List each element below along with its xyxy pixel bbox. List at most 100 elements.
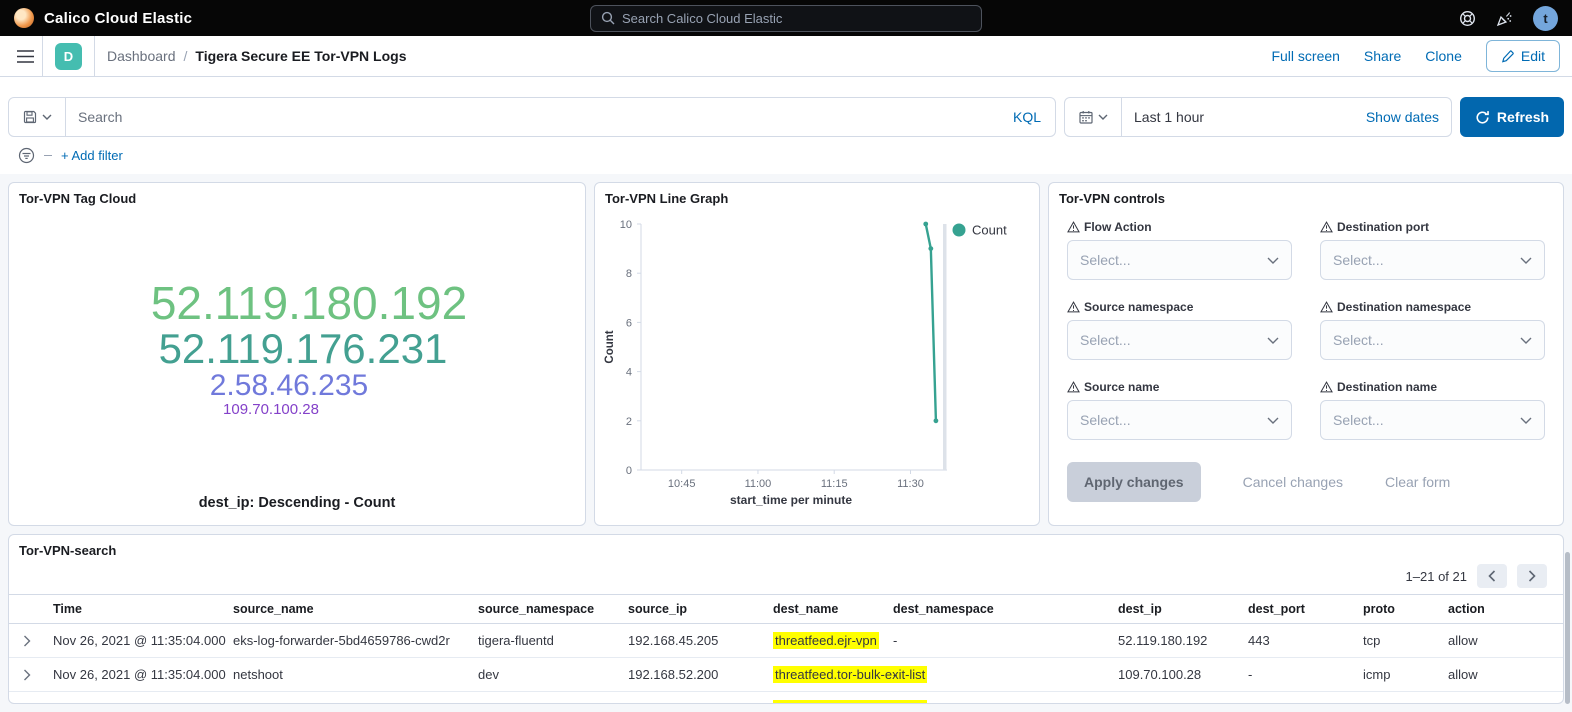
table-row: Nov 26, 2021 @ 11:35:04.000netshootdev19… xyxy=(9,658,1564,692)
column-header-dest-namespace[interactable]: dest_namespace xyxy=(885,595,1110,624)
kql-button[interactable]: KQL xyxy=(999,98,1055,136)
panel-search-table: Tor-VPN-search 1–21 of 21 Timesource_nam… xyxy=(8,534,1564,704)
column-header-source-ip[interactable]: source_ip xyxy=(620,595,765,624)
previous-page-button[interactable] xyxy=(1477,564,1507,588)
select-source-namespace[interactable]: Select... xyxy=(1067,320,1292,360)
tag-52-119-176-231[interactable]: 52.119.176.231 xyxy=(159,327,448,370)
divider xyxy=(42,36,43,77)
newsfeed-icon[interactable] xyxy=(1496,10,1513,27)
time-range-value[interactable]: Last 1 hour xyxy=(1122,98,1354,136)
svg-text:4: 4 xyxy=(626,367,632,379)
cell-time: Nov 26, 2021 @ 11:35:04.000 xyxy=(45,624,225,658)
menu-icon[interactable] xyxy=(8,36,42,76)
control-field-destination-name: Destination nameSelect... xyxy=(1320,380,1545,440)
svg-text:11:30: 11:30 xyxy=(897,478,924,490)
avatar[interactable]: t xyxy=(1533,6,1558,31)
column-header-source-name[interactable]: source_name xyxy=(225,595,470,624)
expand-row-button[interactable] xyxy=(9,624,45,658)
column-header-dest-name[interactable]: dest_name xyxy=(765,595,885,624)
filter-dash xyxy=(44,155,52,157)
refresh-button[interactable]: Refresh xyxy=(1460,97,1564,137)
cancel-changes-button[interactable]: Cancel changes xyxy=(1243,474,1343,490)
expand-row-button[interactable] xyxy=(9,658,45,692)
column-header-proto[interactable]: proto xyxy=(1355,595,1440,624)
warning-icon xyxy=(1067,221,1080,233)
help-icon[interactable] xyxy=(1459,10,1476,27)
add-filter-button[interactable]: + Add filter xyxy=(61,148,123,163)
global-search-input[interactable] xyxy=(622,11,971,26)
highlighted-value: threatfeed.tor-bulk-exit-list xyxy=(773,666,927,683)
chevron-down-icon xyxy=(1267,257,1279,264)
cell-source-ip: 192.168.52.200 xyxy=(620,658,765,692)
highlighted-value: threatfeed.ejr-vpn xyxy=(773,632,879,649)
global-search[interactable] xyxy=(590,5,982,32)
column-header-dest-ip[interactable]: dest_ip xyxy=(1110,595,1240,624)
select-destination-name[interactable]: Select... xyxy=(1320,400,1545,440)
table-row: Nov 26, 2021 @ 11:35:04.000eks-log-forwa… xyxy=(9,624,1564,658)
clear-form-button[interactable]: Clear form xyxy=(1385,474,1450,490)
x-axis-label: start_time per minute xyxy=(730,493,852,507)
cell-action: allow xyxy=(1440,692,1564,705)
full-screen-button[interactable]: Full screen xyxy=(1271,48,1339,64)
edit-button[interactable]: Edit xyxy=(1486,40,1560,72)
show-dates-button[interactable]: Show dates xyxy=(1354,98,1451,136)
chevron-down-icon xyxy=(1098,114,1108,120)
cell-dest-port: 443 xyxy=(1240,624,1355,658)
line-chart: 024681010:4511:0011:1511:30Countstart_ti… xyxy=(595,206,1039,525)
save-icon xyxy=(23,110,37,124)
expand-row-button[interactable] xyxy=(9,692,45,705)
column-header-source-namespace[interactable]: source_namespace xyxy=(470,595,620,624)
cell-source-ip: 192.168.52.200 xyxy=(620,692,765,705)
tag-2-58-46-235[interactable]: 2.58.46.235 xyxy=(210,371,368,402)
share-button[interactable]: Share xyxy=(1364,48,1401,64)
page-scrollbar[interactable] xyxy=(1565,552,1570,704)
cell-dest-ip: 109.70.100.28 xyxy=(1110,692,1240,705)
cell-dest-ip: 52.119.180.192 xyxy=(1110,624,1240,658)
next-page-button[interactable] xyxy=(1517,564,1547,588)
expander-header xyxy=(9,595,45,624)
cell-proto: icmp xyxy=(1355,658,1440,692)
svg-text:11:15: 11:15 xyxy=(821,478,848,490)
control-field-source-namespace: Source namespaceSelect... xyxy=(1067,300,1292,360)
svg-text:Count: Count xyxy=(972,223,1007,238)
cell-action: allow xyxy=(1440,624,1564,658)
page-title: Tigera Secure EE Tor-VPN Logs xyxy=(195,48,406,64)
line-chart-svg: 024681010:4511:0011:1511:30Countstart_ti… xyxy=(601,212,1031,510)
chevron-down-icon xyxy=(1520,417,1532,424)
calendar-menu-button[interactable] xyxy=(1065,98,1122,136)
chevron-down-icon xyxy=(1520,337,1532,344)
select-source-name[interactable]: Select... xyxy=(1067,400,1292,440)
pagination: 1–21 of 21 xyxy=(9,558,1563,594)
column-header-dest-port[interactable]: dest_port xyxy=(1240,595,1355,624)
select-flow-action[interactable]: Select... xyxy=(1067,240,1292,280)
cell-proto: tcp xyxy=(1355,624,1440,658)
select-destination-namespace[interactable]: Select... xyxy=(1320,320,1545,360)
legend-count[interactable]: Count xyxy=(953,223,1008,238)
warning-icon xyxy=(1320,301,1333,313)
panel-title: Tor-VPN Line Graph xyxy=(595,183,1039,206)
tag-52-119-180-192[interactable]: 52.119.180.192 xyxy=(151,280,467,327)
clone-button[interactable]: Clone xyxy=(1425,48,1462,64)
svg-text:8: 8 xyxy=(626,268,632,280)
select-destination-port[interactable]: Select... xyxy=(1320,240,1545,280)
breadcrumb-dashboard[interactable]: Dashboard xyxy=(107,48,176,64)
panel-tag-cloud: Tor-VPN Tag Cloud 52.119.180.19252.119.1… xyxy=(8,182,586,526)
column-header-time[interactable]: Time xyxy=(45,595,225,624)
cell-source-name: netshoot xyxy=(225,692,470,705)
control-label: Destination namespace xyxy=(1320,300,1545,314)
elastic-logo-icon xyxy=(14,8,34,28)
search-input[interactable] xyxy=(66,109,999,125)
highlighted-value: threatfeed.tor-bulk-exit-list xyxy=(773,700,927,704)
search-icon xyxy=(601,11,615,25)
tag-109-70-100-28[interactable]: 109.70.100.28 xyxy=(223,402,319,417)
query-input-group: KQL xyxy=(8,97,1056,137)
warning-icon xyxy=(1067,381,1080,393)
filter-icon[interactable] xyxy=(18,147,35,164)
column-header-action[interactable]: action xyxy=(1440,595,1564,624)
apply-changes-button[interactable]: Apply changes xyxy=(1067,462,1201,502)
svg-text:6: 6 xyxy=(626,317,632,329)
cell-dest-ip: 109.70.100.28 xyxy=(1110,658,1240,692)
svg-text:11:00: 11:00 xyxy=(745,478,772,490)
cell-dest-name: threatfeed.ejr-vpn xyxy=(765,624,885,658)
saved-query-menu-button[interactable] xyxy=(9,98,66,136)
